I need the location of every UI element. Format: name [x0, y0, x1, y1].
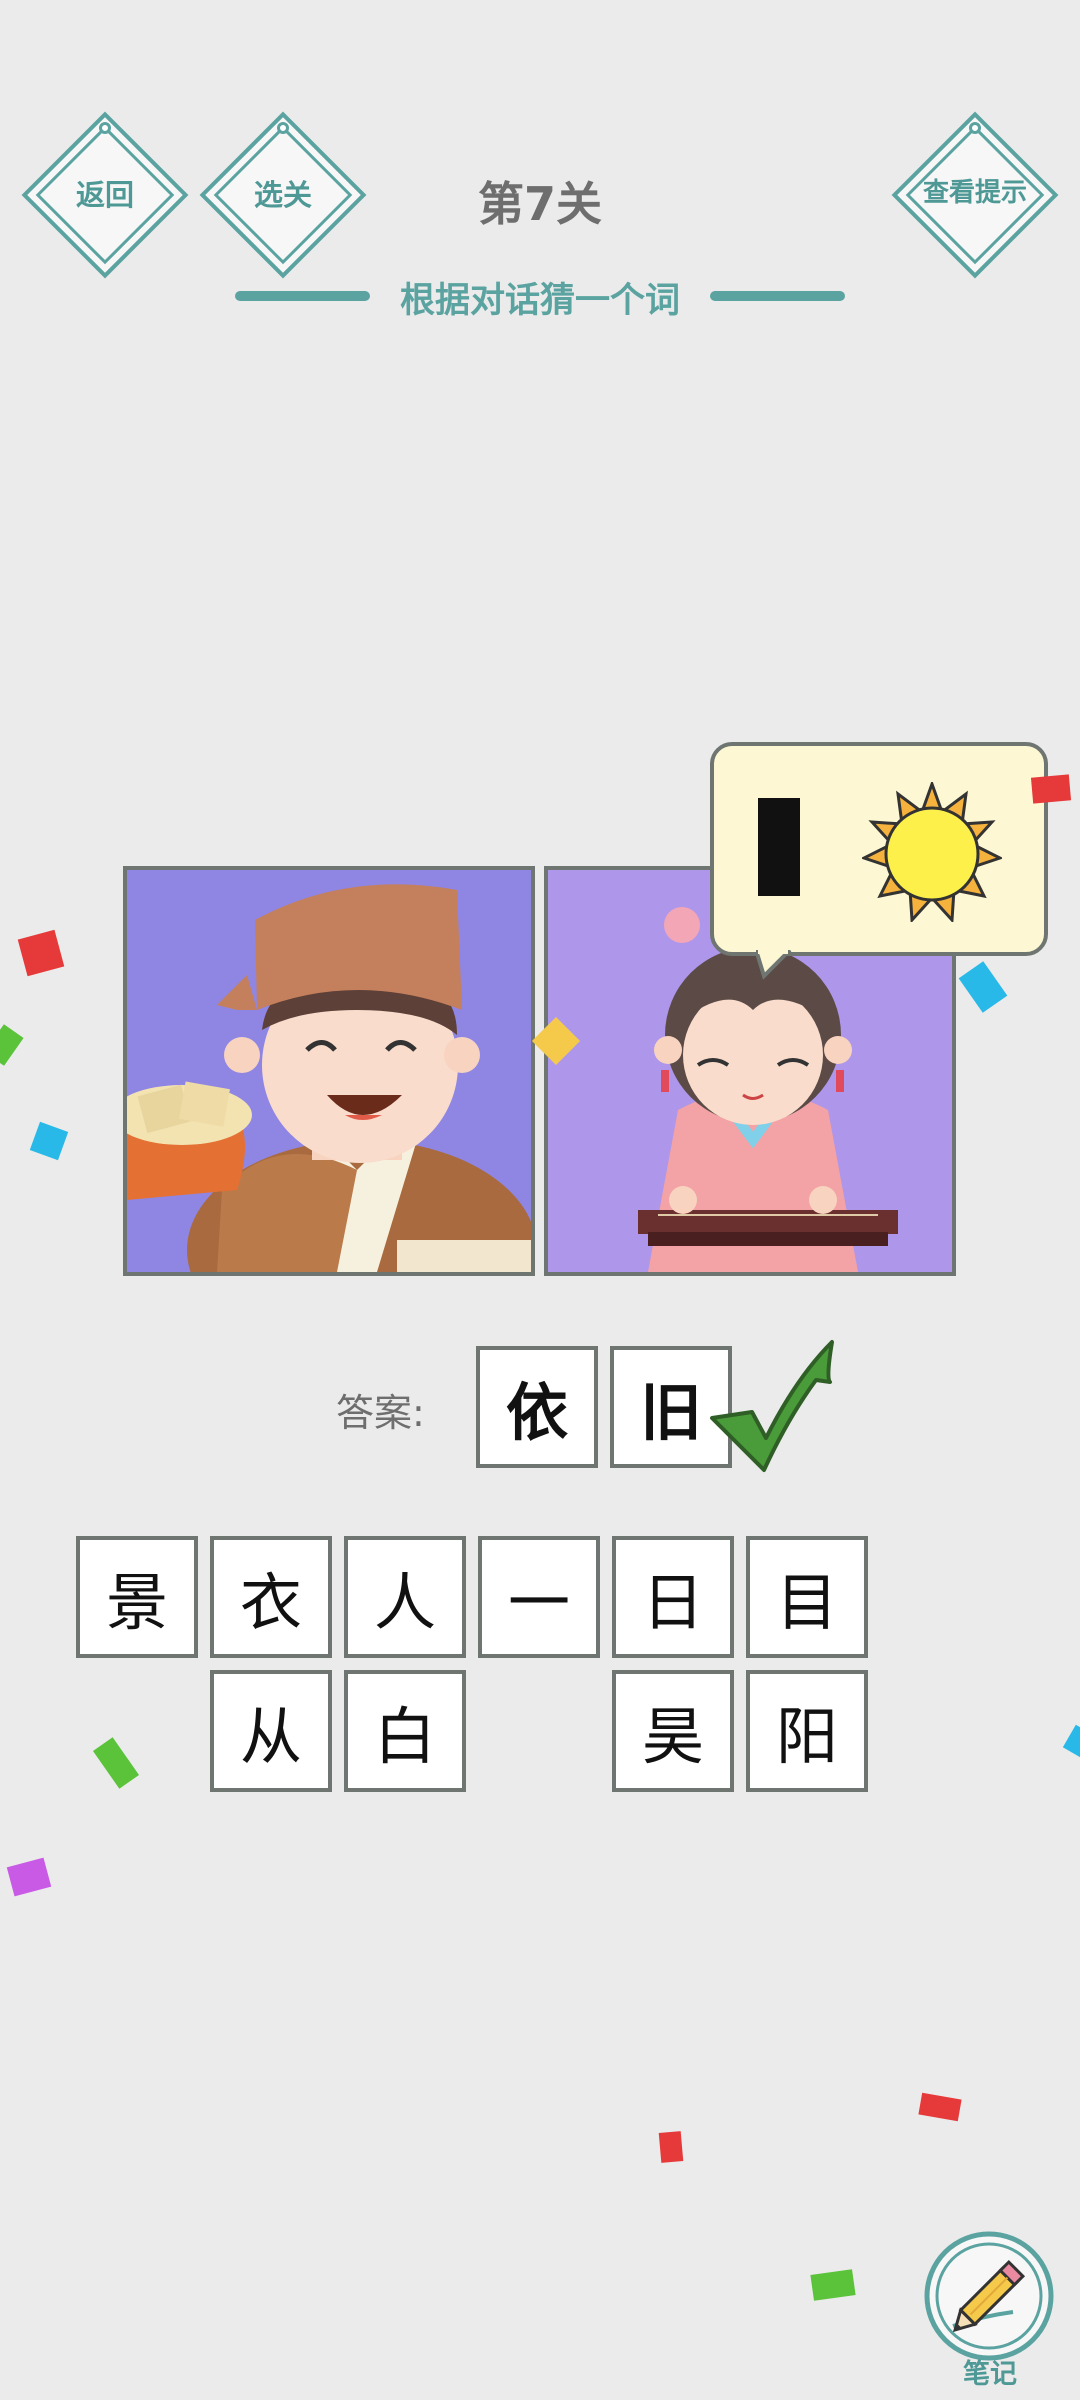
choice-tile[interactable]: 日 — [612, 1536, 734, 1658]
hint-button[interactable]: 查看提示 — [891, 111, 1059, 279]
confetti-piece — [1030, 774, 1072, 804]
confetti-piece — [29, 1121, 69, 1161]
hint-button-label: 查看提示 — [922, 178, 1027, 208]
confetti-piece — [958, 961, 1008, 1013]
back-button[interactable]: 返回 — [21, 111, 189, 279]
vertical-bar-icon — [758, 798, 800, 896]
subtitle-line-left — [235, 291, 370, 301]
tag-hole-icon — [277, 122, 289, 134]
choice-tile[interactable]: 目 — [746, 1536, 868, 1658]
picture-panel-chef — [123, 866, 535, 1276]
confetti-piece — [92, 1737, 140, 1789]
choice-tile[interactable]: 人 — [344, 1536, 466, 1658]
speech-bubble — [710, 742, 1048, 956]
pencil-icon — [924, 2231, 1054, 2361]
level-title: 第7关 — [477, 177, 602, 231]
confetti-piece — [17, 929, 65, 977]
chef-illustration — [127, 884, 531, 1272]
sun-icon — [862, 782, 1002, 922]
answer-label: 答案: — [336, 1391, 425, 1435]
choice-tile[interactable]: 一 — [478, 1536, 600, 1658]
confetti-piece — [0, 1024, 24, 1066]
check-mark-icon — [710, 1340, 834, 1472]
choice-tile[interactable]: 从 — [210, 1670, 332, 1792]
subtitle-banner: 根据对话猜一个词 — [235, 268, 845, 324]
confetti-piece — [810, 2269, 856, 2301]
choice-tile[interactable]: 衣 — [210, 1536, 332, 1658]
choice-tile[interactable]: 景 — [76, 1536, 198, 1658]
choice-tile[interactable]: 阳 — [746, 1670, 868, 1792]
subtitle-line-right — [710, 291, 845, 301]
confetti-piece — [6, 1857, 52, 1897]
note-button-label: 笔记 — [963, 2359, 1017, 2390]
note-button[interactable] — [923, 2230, 1055, 2362]
subtitle-text: 根据对话猜一个词 — [399, 281, 680, 321]
select-level-button[interactable]: 选关 — [199, 111, 367, 279]
confetti-piece — [1062, 1724, 1080, 1758]
tag-hole-icon — [99, 122, 111, 134]
speech-bubble-tail — [756, 950, 792, 980]
select-level-button-label: 选关 — [253, 178, 312, 212]
back-button-label: 返回 — [75, 178, 134, 212]
answer-slot-1[interactable]: 依 — [476, 1346, 598, 1468]
confetti-piece — [658, 2131, 684, 2163]
choice-tile[interactable]: 白 — [344, 1670, 466, 1792]
tag-hole-icon — [969, 122, 981, 134]
confetti-piece — [918, 2092, 962, 2122]
choice-tile[interactable]: 昊 — [612, 1670, 734, 1792]
